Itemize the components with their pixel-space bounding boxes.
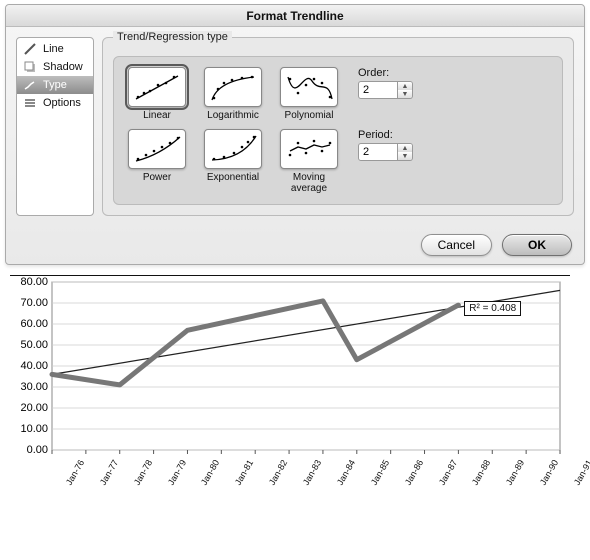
- tile-caption: Exponential: [200, 172, 266, 183]
- stepper-down-icon[interactable]: ▼: [398, 152, 412, 160]
- order-label: Order:: [358, 67, 413, 79]
- sidebar-item-options[interactable]: Options: [17, 94, 93, 112]
- sidebar-item-label: Shadow: [43, 61, 83, 73]
- sidebar-item-line[interactable]: Line: [17, 40, 93, 58]
- period-stepper[interactable]: ▲ ▼: [358, 143, 413, 161]
- chart-area: 0.00 10.00 20.00 30.00 40.00 50.00 60.00 70.00 8…: [10, 275, 570, 506]
- sidebar-item-label: Line: [43, 43, 64, 55]
- tile-caption: Linear: [124, 110, 190, 121]
- period-label: Period:: [358, 129, 413, 141]
- tile-linear-box[interactable]: [128, 67, 186, 107]
- dialog-title: Format Trendline: [6, 5, 584, 27]
- tile-moving-average-box[interactable]: [280, 129, 338, 169]
- tile-exponential[interactable]: Exponential: [200, 129, 266, 183]
- tile-caption: Polynomial: [276, 110, 342, 121]
- tile-power-box[interactable]: [128, 129, 186, 169]
- tile-caption: Moving average: [276, 172, 342, 194]
- poly-curve-icon: [284, 71, 334, 103]
- line-icon: [23, 42, 37, 56]
- tile-caption: Power: [124, 172, 190, 183]
- tile-power[interactable]: Power: [124, 129, 190, 183]
- svg-text:20.00: 20.00: [20, 402, 48, 414]
- tile-logarithmic-box[interactable]: [204, 67, 262, 107]
- stepper-up-icon[interactable]: ▲: [398, 144, 412, 152]
- tile-polynomial[interactable]: Polynomial: [276, 67, 342, 121]
- svg-text:10.00: 10.00: [20, 423, 48, 435]
- order-stepper[interactable]: ▲ ▼: [358, 81, 413, 99]
- cancel-button[interactable]: Cancel: [421, 234, 492, 256]
- tile-logarithmic[interactable]: Logarithmic: [200, 67, 266, 121]
- power-curve-icon: [132, 133, 182, 165]
- log-curve-icon: [208, 71, 258, 103]
- movavg-curve-icon: [284, 133, 334, 165]
- ok-button[interactable]: OK: [502, 234, 572, 256]
- order-input[interactable]: [358, 81, 398, 99]
- r2-annotation: R² = 0.408: [464, 301, 521, 316]
- tile-exponential-box[interactable]: [204, 129, 262, 169]
- sidebar-item-shadow[interactable]: Shadow: [17, 58, 93, 76]
- trend-type-group: Trend/Regression type: [102, 37, 574, 216]
- type-icon: [23, 78, 37, 92]
- linear-curve-icon: [132, 71, 182, 103]
- tile-caption: Logarithmic: [200, 110, 266, 121]
- tile-moving-average[interactable]: Moving average: [276, 129, 342, 194]
- svg-text:50.00: 50.00: [20, 339, 48, 351]
- dialog-footer: Cancel OK: [6, 226, 584, 264]
- svg-text:60.00: 60.00: [20, 318, 48, 330]
- svg-text:80.00: 80.00: [20, 276, 48, 288]
- svg-text:70.00: 70.00: [20, 297, 48, 309]
- sidebar-item-type[interactable]: Type: [17, 76, 93, 94]
- sidebar-item-label: Options: [43, 97, 81, 109]
- x-tick-label: Jan-91: [572, 458, 590, 487]
- group-title: Trend/Regression type: [113, 31, 232, 43]
- tile-linear[interactable]: Linear: [124, 67, 190, 121]
- format-trendline-dialog: Format Trendline Line Shadow: [5, 4, 585, 265]
- exp-curve-icon: [208, 133, 258, 165]
- period-input[interactable]: [358, 143, 398, 161]
- svg-text:30.00: 30.00: [20, 381, 48, 393]
- stepper-up-icon[interactable]: ▲: [398, 82, 412, 90]
- svg-text:40.00: 40.00: [20, 360, 48, 372]
- options-icon: [23, 96, 37, 110]
- tile-polynomial-box[interactable]: [280, 67, 338, 107]
- shadow-icon: [23, 60, 37, 74]
- stepper-down-icon[interactable]: ▼: [398, 90, 412, 98]
- dialog-sidebar: Line Shadow Type: [16, 37, 94, 216]
- svg-text:0.00: 0.00: [27, 444, 48, 456]
- sidebar-item-label: Type: [43, 79, 67, 91]
